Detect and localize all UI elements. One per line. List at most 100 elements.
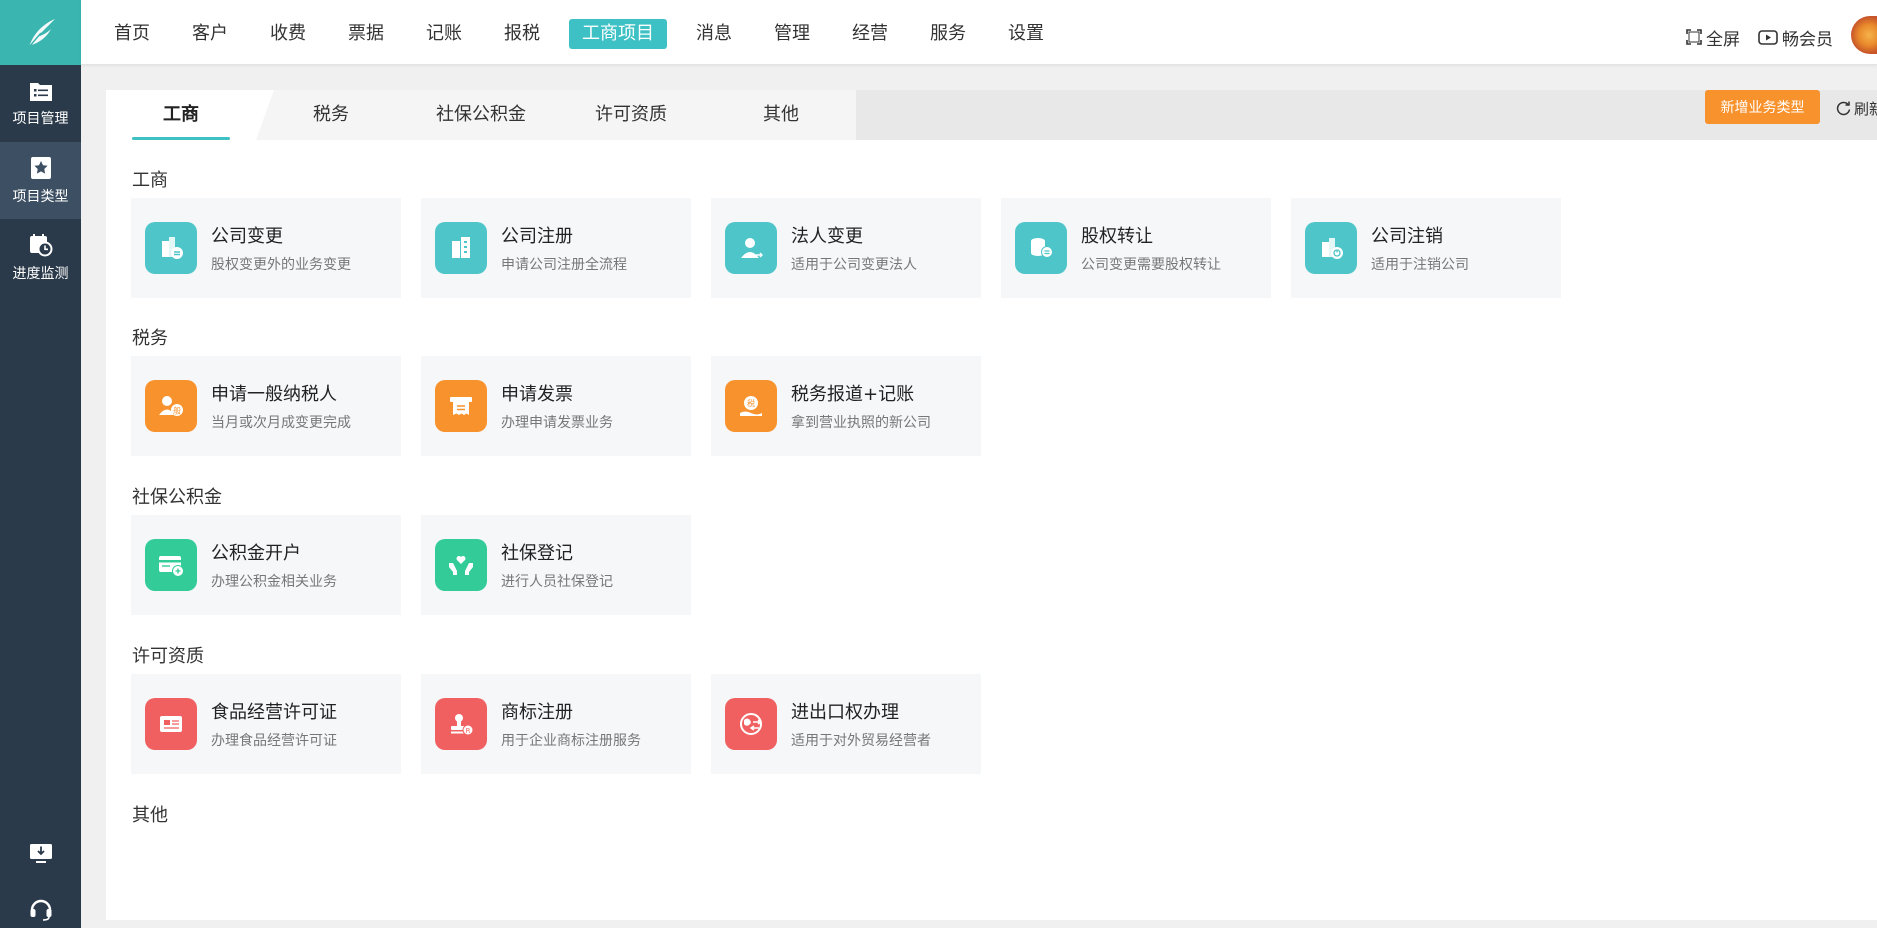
card-desc: 办理公积金相关业务: [211, 574, 337, 590]
card-title: 商标注册: [501, 702, 573, 723]
nav-item-bookkeeping[interactable]: 记账: [413, 19, 475, 49]
sidebar-item-label: 项目管理: [12, 110, 69, 127]
nav-item-settings[interactable]: 设置: [995, 19, 1057, 49]
card-company-cancel[interactable]: 公司注销 适用于注销公司: [1291, 198, 1561, 298]
card-desc: 股权变更外的业务变更: [211, 257, 351, 273]
card-desc: 进行人员社保登记: [501, 574, 613, 590]
sidebar-item-label: 项目类型: [12, 188, 69, 205]
card-title: 公司注销: [1371, 226, 1443, 247]
card-company-register[interactable]: 公司注册 申请公司注册全流程: [421, 198, 691, 298]
section-tax-cards: 般 申请一般纳税人 当月或次月成变更完成 申请发票 办理申请发票业务 税 税务报…: [131, 356, 1001, 456]
card-title: 申请发票: [501, 384, 573, 405]
card-desc: 办理申请发票业务: [501, 415, 613, 431]
card-title: 公司注册: [501, 226, 573, 247]
sidebar-item-project-management[interactable]: 项目管理: [0, 65, 81, 142]
nav-item-manage[interactable]: 管理: [761, 19, 823, 49]
card-desc: 拿到营业执照的新公司: [791, 415, 931, 431]
building-register-icon: [435, 222, 487, 274]
sidebar-item-progress-monitor[interactable]: 进度监测: [0, 219, 81, 296]
fullscreen-label: 全屏: [1706, 29, 1740, 50]
card-equity-transfer[interactable]: 股权转让 公司变更需要股权转让: [1001, 198, 1271, 298]
main-content: 工商 税务 社保公积金 许可资质 其他 新增业务类型 刷新 工商 公司变更 股权…: [106, 90, 1877, 920]
refresh-icon: [1836, 101, 1851, 116]
main-nav: 首页 客户 收费 票据 记账 报税 工商项目 消息 管理 经营 服务 设置: [101, 19, 1073, 49]
card-desc: 用于企业商标注册服务: [501, 733, 641, 749]
nav-item-bill[interactable]: 票据: [335, 19, 397, 49]
nav-item-home[interactable]: 首页: [101, 19, 163, 49]
building-change-icon: [145, 222, 197, 274]
card-import-export-rights[interactable]: 进出口权办理 适用于对外贸易经营者: [711, 674, 981, 774]
nav-item-tax-filing[interactable]: 报税: [491, 19, 553, 49]
card-title: 食品经营许可证: [211, 702, 337, 723]
add-business-type-button[interactable]: 新增业务类型: [1705, 90, 1820, 124]
sidebar-item-label: 进度监测: [12, 265, 69, 282]
app-logo[interactable]: [0, 0, 81, 65]
taxpayer-icon: 般: [145, 380, 197, 432]
nav-item-customer[interactable]: 客户: [179, 19, 241, 49]
card-housing-fund-account[interactable]: 公积金开户 办理公积金相关业务: [131, 515, 401, 615]
svg-text:R: R: [466, 727, 471, 735]
card-trademark-register[interactable]: R 商标注册 用于企业商标注册服务: [421, 674, 691, 774]
card-apply-invoice[interactable]: 申请发票 办理申请发票业务: [421, 356, 691, 456]
coins-transfer-icon: [1015, 222, 1067, 274]
fund-card-icon: [145, 539, 197, 591]
trademark-stamp-icon: R: [435, 698, 487, 750]
refresh-label: 刷新: [1854, 100, 1877, 118]
card-desc: 申请公司注册全流程: [501, 257, 627, 273]
card-social-security-register[interactable]: 社保登记 进行人员社保登记: [421, 515, 691, 615]
tab-business[interactable]: 工商: [106, 90, 274, 140]
nav-item-service[interactable]: 服务: [917, 19, 979, 49]
sidebar-item-project-type[interactable]: 项目类型: [0, 142, 81, 219]
hands-heart-icon: [435, 539, 487, 591]
card-title: 法人变更: [791, 226, 863, 247]
card-desc: 办理食品经营许可证: [211, 733, 337, 749]
tab-tax[interactable]: 税务: [256, 90, 406, 140]
card-general-taxpayer[interactable]: 般 申请一般纳税人 当月或次月成变更完成: [131, 356, 401, 456]
card-title: 税务报道+记账: [791, 384, 915, 405]
card-title: 社保登记: [501, 543, 573, 564]
download-client-button[interactable]: [0, 843, 81, 865]
tab-other[interactable]: 其他: [706, 90, 856, 140]
card-tax-report-bookkeeping[interactable]: 税 税务报道+记账 拿到营业执照的新公司: [711, 356, 981, 456]
card-title: 进出口权办理: [791, 702, 899, 723]
tab-bar: 工商 税务 社保公积金 许可资质 其他 新增业务类型 刷新: [106, 90, 1877, 140]
section-social-security-cards: 公积金开户 办理公积金相关业务 社保登记 进行人员社保登记: [131, 515, 711, 615]
section-title-business: 工商: [132, 170, 168, 191]
calendar-clock-icon: [29, 233, 52, 256]
card-desc: 适用于公司变更法人: [791, 257, 917, 273]
card-title: 公积金开户: [211, 543, 301, 564]
section-business-cards: 公司变更 股权变更外的业务变更 公司注册 申请公司注册全流程 法人变更 适用于公…: [131, 198, 1581, 298]
feather-logo-icon: [27, 18, 55, 47]
member-button[interactable]: 畅会员: [1758, 25, 1833, 50]
top-right-actions: 全屏 畅会员: [1686, 16, 1877, 54]
card-legal-person-change[interactable]: 法人变更 适用于公司变更法人: [711, 198, 981, 298]
tab-social-security[interactable]: 社保公积金: [406, 90, 556, 140]
invoice-icon: [435, 380, 487, 432]
svg-text:税: 税: [747, 398, 755, 408]
tab-license[interactable]: 许可资质: [556, 90, 706, 140]
person-change-icon: [725, 222, 777, 274]
nav-item-operation[interactable]: 经营: [839, 19, 901, 49]
card-desc: 适用于注销公司: [1371, 257, 1469, 273]
category-tabs: 工商 税务 社保公积金 许可资质 其他: [106, 90, 856, 140]
video-play-icon: [1758, 29, 1778, 45]
fullscreen-button[interactable]: 全屏: [1686, 25, 1740, 50]
svg-text:般: 般: [173, 406, 181, 416]
refresh-button[interactable]: 刷新: [1836, 98, 1877, 119]
card-food-license[interactable]: 食品经营许可证 办理食品经营许可证: [131, 674, 401, 774]
card-company-change[interactable]: 公司变更 股权变更外的业务变更: [131, 198, 401, 298]
nav-item-message[interactable]: 消息: [683, 19, 745, 49]
card-desc: 适用于对外贸易经营者: [791, 733, 931, 749]
card-title: 公司变更: [211, 226, 283, 247]
building-cancel-icon: [1305, 222, 1357, 274]
license-card-icon: [145, 698, 197, 750]
folder-list-icon: [29, 82, 52, 101]
section-title-license: 许可资质: [132, 646, 204, 667]
nav-item-business-project[interactable]: 工商项目: [569, 19, 667, 49]
sidebar: 项目管理 项目类型 进度监测: [0, 0, 81, 928]
customer-support-button[interactable]: [0, 897, 81, 921]
section-title-social-security: 社保公积金: [132, 487, 222, 508]
nav-item-charge[interactable]: 收费: [257, 19, 319, 49]
avatar[interactable]: [1851, 16, 1877, 54]
section-license-cards: 食品经营许可证 办理食品经营许可证 R 商标注册 用于企业商标注册服务 进出口权…: [131, 674, 1001, 774]
